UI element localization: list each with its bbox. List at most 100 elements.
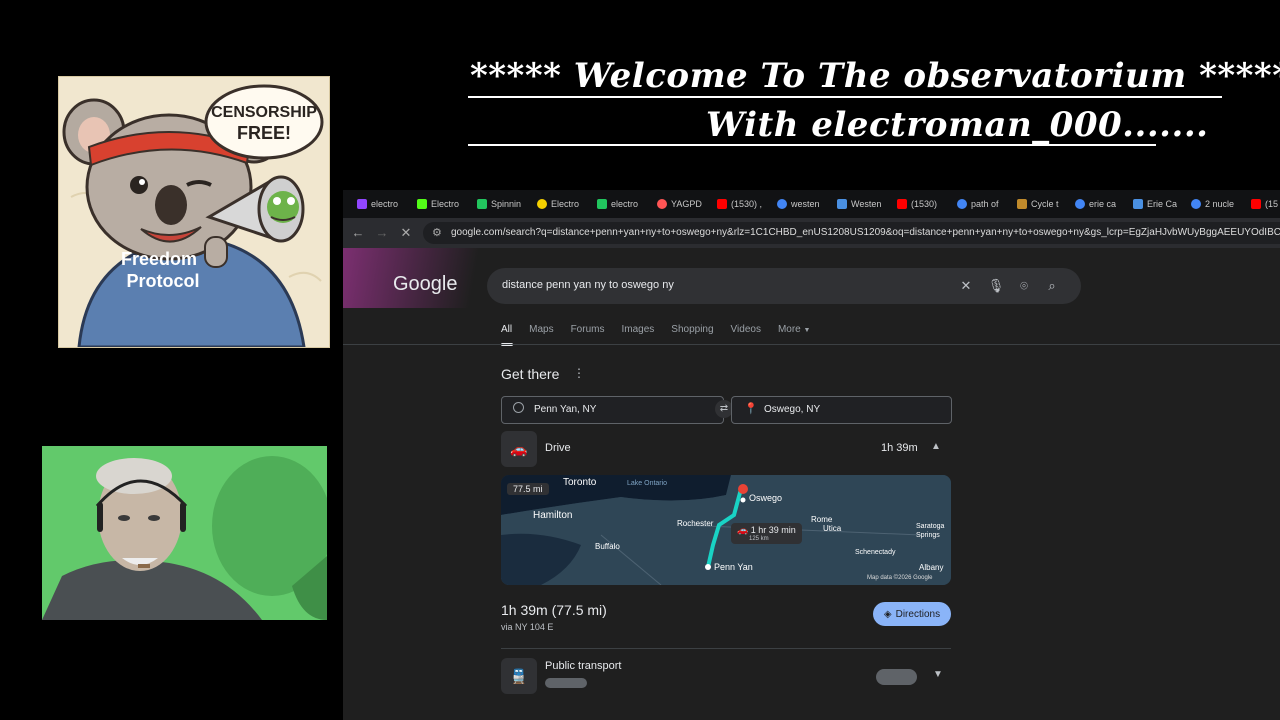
browser-tab[interactable]: Erie Ca: [1133, 197, 1179, 211]
browser-tab[interactable]: Electro: [417, 197, 463, 211]
map-label-toronto: Toronto: [563, 477, 597, 488]
webcam-image: [42, 446, 327, 620]
drive-label: Drive: [545, 442, 571, 454]
origin-field[interactable]: Penn Yan, NY: [501, 396, 724, 424]
url-text: google.com/search?q=distance+penn+yan+ny…: [451, 227, 1280, 238]
directions-icon: ◈: [883, 608, 892, 620]
tab-label: electro: [611, 199, 639, 209]
browser-tab[interactable]: westen: [777, 197, 823, 211]
browser-tab[interactable]: (15: [1251, 197, 1280, 211]
destination-field[interactable]: 📍 Oswego, NY: [731, 396, 952, 424]
route-car-icon: 🚗: [737, 525, 749, 535]
chevron-down-icon[interactable]: ▼: [933, 669, 943, 680]
forward-icon[interactable]: →: [373, 224, 391, 242]
map-label-hamilton: Hamilton: [533, 510, 573, 521]
tab-favicon-icon: [657, 199, 667, 209]
loading-placeholder: [876, 669, 917, 685]
browser-tab[interactable]: Westen: [837, 197, 883, 211]
microphone-icon[interactable]: 🎙: [987, 277, 1005, 295]
route-time-text: 1 hr 39 min: [750, 525, 796, 535]
tab-favicon-icon: [1133, 199, 1143, 209]
tab-favicon-icon: [837, 199, 847, 209]
hoodie-text-1: Freedom: [121, 249, 197, 269]
distance-chip: 77.5 mi: [507, 483, 549, 495]
more-options-icon[interactable]: ⋮: [573, 366, 585, 380]
chevron-down-icon: ▼: [803, 327, 811, 334]
clear-icon[interactable]: ✕: [957, 277, 975, 295]
loading-placeholder: [545, 678, 587, 688]
search-input[interactable]: distance penn yan ny to oswego ny ✕ 🎙 ⌾ …: [487, 268, 1081, 304]
browser-tab[interactable]: Electro: [537, 197, 583, 211]
title-underline-2: [468, 144, 1156, 146]
tab-label: Electro: [551, 199, 580, 209]
tab-label: Westen: [851, 199, 882, 209]
browser-toolbar: ← → ✕ ⚙ google.com/search?q=distance+pen…: [343, 218, 1280, 248]
tab-label: (1530) ,: [731, 199, 763, 209]
route-time: 🚗 1 hr 39 min: [737, 525, 796, 536]
tab-favicon-icon: [537, 199, 547, 209]
hoodie-text-2: Protocol: [126, 271, 199, 291]
tab-favicon-icon: [897, 199, 907, 209]
train-icon: 🚆: [501, 658, 537, 694]
browser-tab[interactable]: path of: [957, 197, 1003, 211]
map-label-lake: Lake Ontario: [627, 480, 668, 487]
browser-tab[interactable]: 2 nucle: [1191, 197, 1237, 211]
browser-tab[interactable]: electro: [597, 197, 643, 211]
map-label-oswego: Oswego: [749, 493, 783, 503]
drive-row[interactable]: 🚗 Drive 1h 39m ▲: [501, 431, 951, 467]
route-summary: 1h 39m (77.5 mi): [501, 602, 607, 618]
map-label-penn-yan: Penn Yan: [714, 562, 753, 572]
map-label-saratoga: Saratoga Springs: [916, 523, 945, 539]
route-via: via NY 104 E: [501, 622, 554, 632]
browser-tab[interactable]: electro: [357, 197, 403, 211]
tab-label: (1530): [911, 199, 938, 209]
browser-window: electro Electro Spinnin Electro electro …: [343, 190, 1280, 720]
browser-tab[interactable]: Spinnin: [477, 197, 523, 211]
tab-favicon-icon: [777, 199, 787, 209]
map-label-albany: Albany: [919, 563, 944, 572]
address-bar[interactable]: ⚙ google.com/search?q=distance+penn+yan+…: [423, 222, 1280, 244]
tab-favicon-icon: [1075, 199, 1085, 209]
browser-tab[interactable]: YAGPD: [657, 197, 703, 211]
tab-label: westen: [791, 199, 820, 209]
map-credit: Map data ©2026 Google: [867, 575, 933, 581]
title-underline-1: [468, 96, 1222, 98]
pin-icon: 📍: [744, 403, 758, 415]
search-icon[interactable]: ⌕: [1043, 277, 1061, 295]
browser-tab[interactable]: (1530): [897, 197, 943, 211]
map-label-schenectady: Schenectady: [855, 549, 896, 556]
tab-label: erie ca: [1089, 199, 1117, 209]
webcam-feed: [42, 446, 327, 620]
drive-time: 1h 39m: [881, 442, 918, 454]
browser-tab[interactable]: erie ca: [1075, 197, 1121, 211]
public-transport-row[interactable]: 🚆 Public transport ▼: [501, 658, 951, 694]
google-logo[interactable]: Google: [393, 273, 458, 296]
car-icon: 🚗: [501, 431, 537, 467]
browser-tab[interactable]: Cycle t: [1017, 197, 1063, 211]
directions-button[interactable]: ◈ Directions: [873, 602, 951, 626]
route-map[interactable]: 77.5 mi Toronto Lake Ontario Hamilton Bu…: [501, 475, 951, 585]
map-label-buffalo: Buffalo: [595, 542, 620, 551]
map-label-rome: Rome: [811, 515, 833, 524]
tab-favicon-icon: [357, 199, 367, 209]
tab-label: electro: [371, 199, 399, 209]
tab-favicon-icon: [1017, 199, 1027, 209]
chevron-up-icon[interactable]: ▲: [931, 441, 941, 452]
site-info-icon[interactable]: ⚙: [432, 226, 442, 239]
search-query: distance penn yan ny to oswego ny: [502, 279, 674, 291]
tab-label: path of: [971, 199, 999, 209]
stop-loading-icon[interactable]: ✕: [397, 224, 415, 242]
back-icon[interactable]: ←: [349, 224, 367, 242]
route-km: 125 km: [749, 536, 769, 542]
lens-icon[interactable]: ⌾: [1015, 277, 1033, 295]
tab-favicon-icon: [957, 199, 967, 209]
tab-label: (15: [1265, 199, 1279, 209]
tab-label: Spinnin: [491, 199, 522, 209]
tab-favicon-icon: [1191, 199, 1201, 209]
public-transport-label: Public transport: [545, 660, 622, 672]
browser-tab[interactable]: (1530) ,: [717, 197, 763, 211]
tab-favicon-icon: [477, 199, 487, 209]
tab-label: Cycle t: [1031, 199, 1059, 209]
tab-favicon-icon: [417, 199, 427, 209]
tab-label: YAGPD: [671, 199, 702, 209]
